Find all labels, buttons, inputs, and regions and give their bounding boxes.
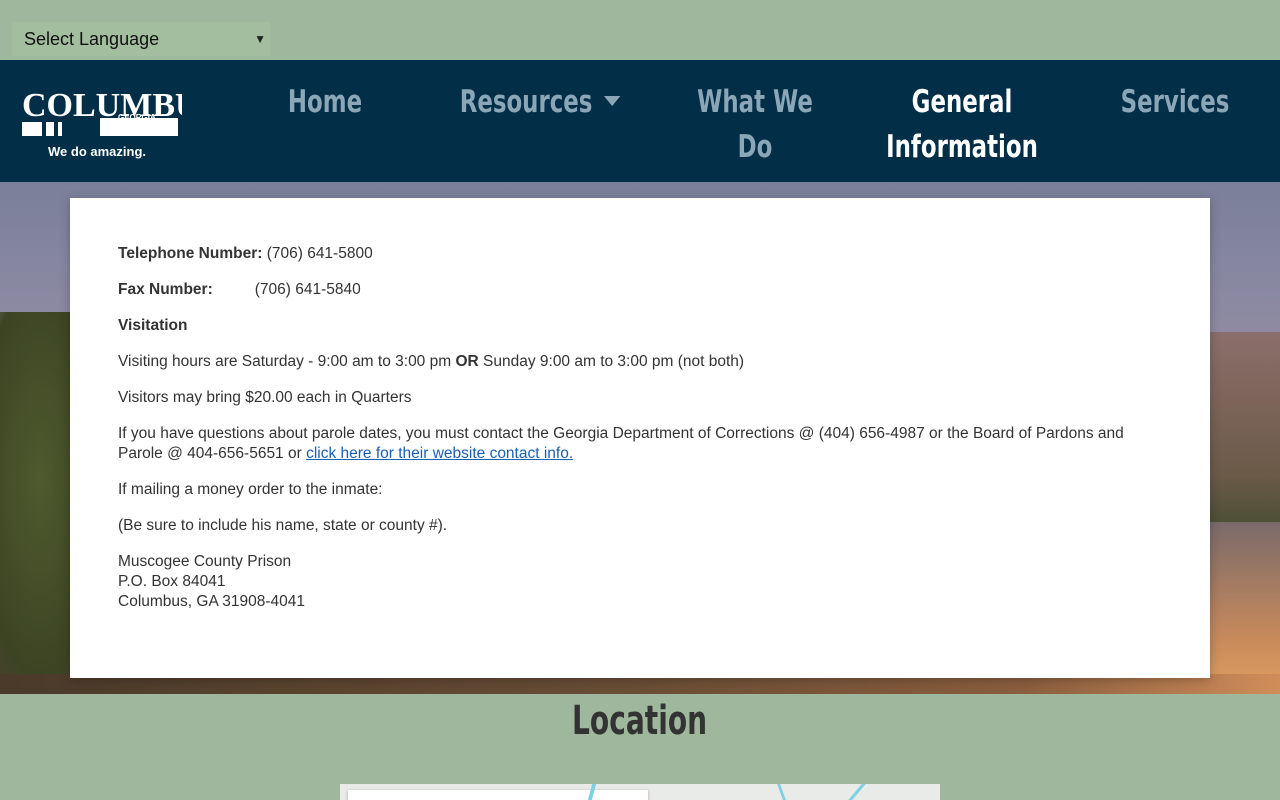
address-line2: P.O. Box 84041 [118, 573, 226, 590]
logo-tagline: We do amazing. [48, 144, 146, 159]
mailing-address: Muscogee County Prison P.O. Box 84041 Co… [118, 552, 1168, 612]
visiting-hours: Visiting hours are Saturday - 9:00 am to… [118, 352, 1168, 372]
nav-what-we-do-label: What We Do [697, 84, 813, 165]
nav-services[interactable]: Services [1114, 80, 1237, 170]
columbus-logo[interactable]: COLUMBUS GEORGIA We do amazing. [20, 82, 218, 164]
language-select[interactable]: Select Language ▼ [12, 22, 270, 56]
logo-state: GEORGIA [118, 113, 156, 122]
fax-label: Fax Number: [118, 281, 213, 298]
fax-value: (706) 641-5840 [254, 281, 361, 298]
parole-info: If you have questions about parole dates… [118, 424, 1168, 464]
content-card: Telephone Number: (706) 641-5800 Fax Num… [70, 198, 1210, 678]
map-road [777, 784, 786, 800]
mailing-intro: If mailing a money order to the inmate: [118, 481, 383, 498]
map-info-card [348, 790, 648, 800]
phone-value: (706) 641-5800 [266, 245, 373, 262]
language-bar: Select Language ▼ [0, 0, 1280, 60]
map-road [848, 784, 866, 800]
nav-general-line2: Information [886, 129, 1038, 165]
address-line1: Muscogee County Prison [118, 553, 292, 570]
nav-resources-label: Resources [459, 84, 593, 120]
hours-part1: Visiting hours are Saturday - 9:00 am to… [118, 353, 456, 370]
nav-services-label: Services [1120, 84, 1230, 120]
nav-general-line1: General [911, 84, 1013, 120]
language-select-value: Select Language [24, 28, 160, 49]
hours-or: OR [455, 353, 479, 370]
nav-general-information[interactable]: General Information [880, 80, 1044, 170]
river-reflection [1210, 522, 1280, 692]
phone-label: Telephone Number: [118, 245, 263, 262]
parole-contact-link[interactable]: click here for their website contact inf… [306, 445, 573, 462]
contact-info: Telephone Number: (706) 641-5800 Fax Num… [118, 244, 1168, 628]
nav-home[interactable]: Home [264, 80, 387, 170]
site-header: COLUMBUS GEORGIA We do amazing. Home Res… [0, 60, 1280, 182]
nav-resources[interactable]: Resources [458, 80, 622, 170]
visitation-heading: Visitation [118, 316, 1168, 336]
address-line3: Columbus, GA 31908-4041 [118, 593, 305, 610]
phone-row: Telephone Number: (706) 641-5800 [118, 244, 1168, 264]
hours-part2: Sunday 9:00 am to 3:00 pm (not both) [478, 353, 745, 370]
mailing-note: (Be sure to include his name, state or c… [118, 517, 448, 534]
nav-what-we-do[interactable]: What We Do [677, 80, 833, 170]
chevron-down-icon: ▼ [254, 32, 266, 46]
location-heading-text: Location [572, 698, 708, 744]
fax-row: Fax Number: (706) 641-5840 [118, 280, 1168, 300]
visitation-heading-text: Visitation [118, 317, 188, 334]
parole-text: If you have questions about parole dates… [118, 425, 1124, 462]
caret-down-icon [603, 95, 621, 106]
location-heading: Location [0, 694, 1280, 748]
nav-home-label: Home [287, 84, 363, 120]
location-map[interactable] [340, 784, 940, 800]
quarters-note: Visitors may bring $20.00 each in Quarte… [118, 389, 412, 406]
